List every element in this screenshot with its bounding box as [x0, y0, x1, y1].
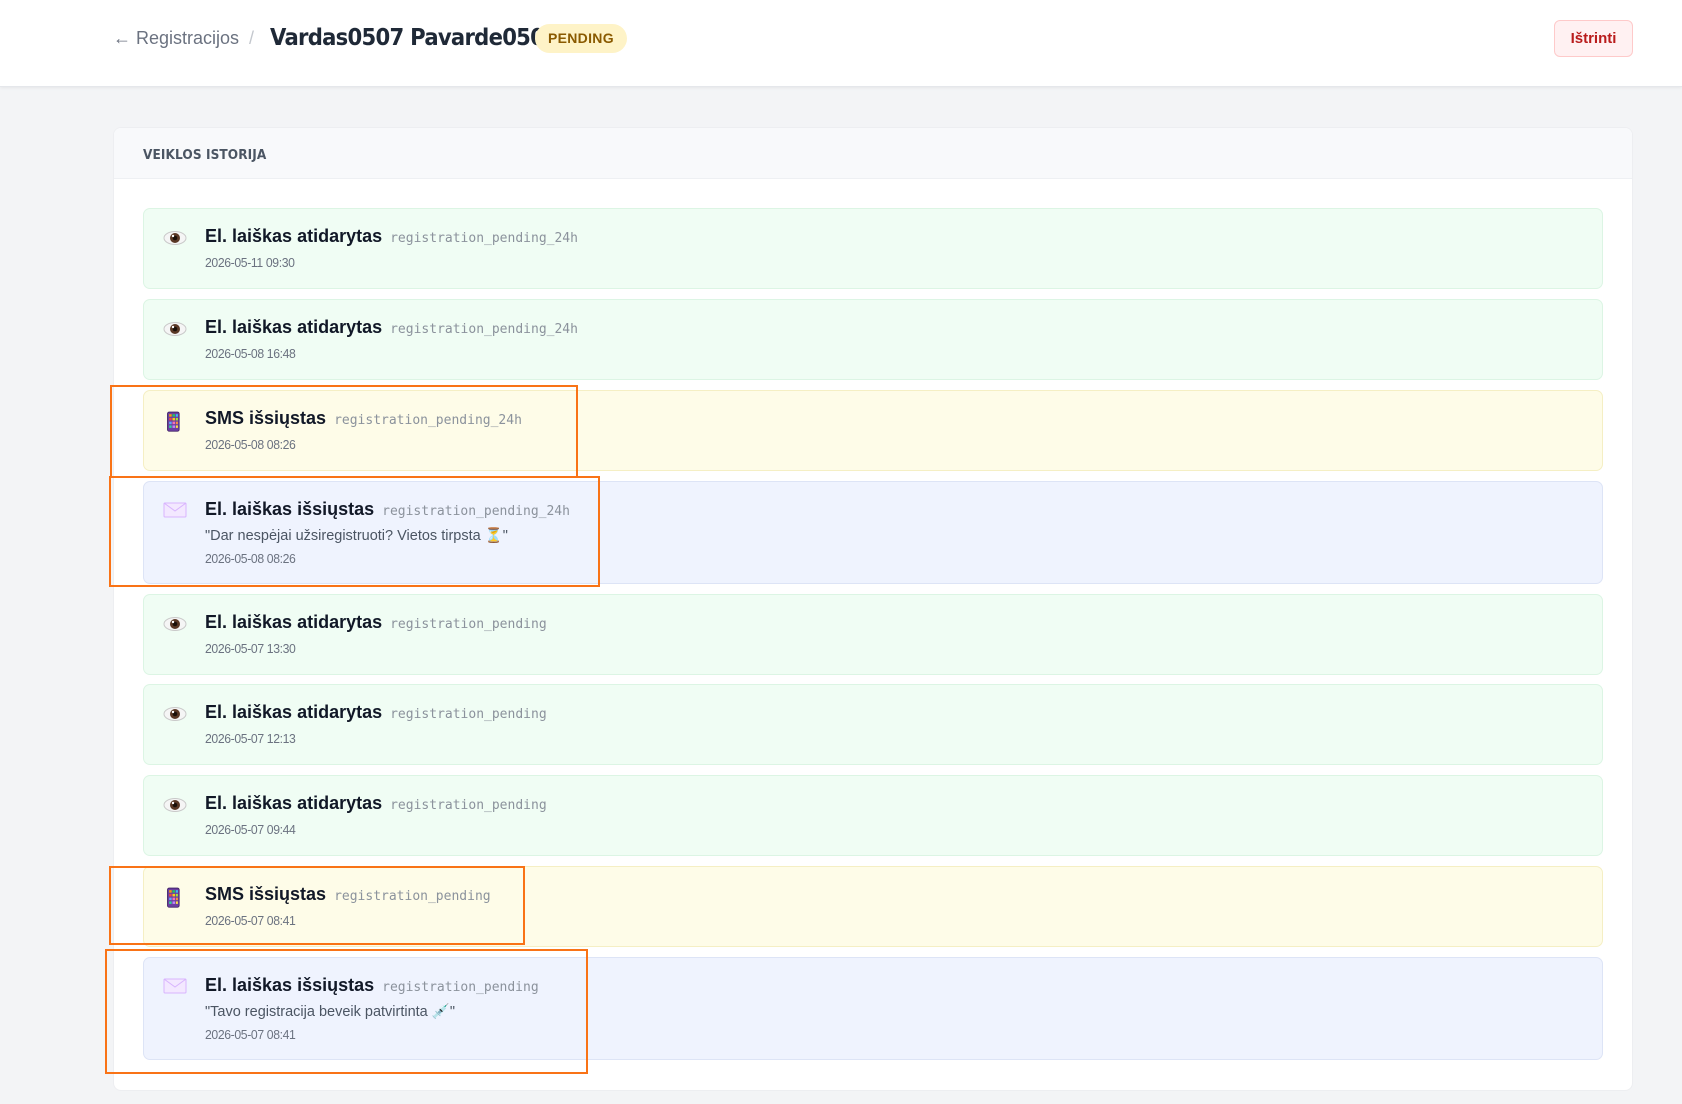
activity-item-template: registration_pending_24h — [382, 504, 570, 519]
activity-item-email-sent: El. laiškas išsiųstas registration_pendin… — [143, 957, 1603, 1060]
eye-icon — [163, 617, 187, 631]
activity-item-template: registration_pending — [334, 889, 491, 904]
activity-item-type: SMS išsiųstas — [205, 884, 327, 904]
activity-item-type: El. laiškas atidarytas — [205, 226, 383, 246]
activity-item-label: SMS išsiųstas registration_pending_24h — [205, 408, 522, 429]
activity-item-template: registration_pending_24h — [390, 322, 578, 337]
activity-item-label: El. laiškas atidarytas registration_pendi… — [205, 317, 578, 338]
activity-item-email-opened: El. laiškas atidarytas registration_pendi… — [143, 208, 1603, 289]
activity-item-time: 2026-05-07 08:41 — [205, 1027, 296, 1042]
activity-item-sms-sent: SMS išsiųstas registration_pending_24h 20… — [143, 390, 1603, 471]
activity-item-type: SMS išsiųstas — [205, 408, 327, 428]
activity-item-template: registration_pending — [390, 617, 547, 632]
page-title: Vardas0507 Pavarde0507 — [270, 25, 559, 51]
activity-item-template: registration_pending — [390, 707, 547, 722]
activity-item-email-opened: El. laiškas atidarytas registration_pendi… — [143, 594, 1603, 675]
activity-item-label: El. laiškas atidarytas registration_pendi… — [205, 226, 578, 247]
activity-history-title: VEIKLOS ISTORIJA — [143, 147, 267, 163]
top-bar: ← Registracijos / Vardas0507 Pavarde0507… — [0, 0, 1682, 87]
activity-item-label: El. laiškas išsiųstas registration_pendin… — [205, 499, 570, 520]
envelope-icon — [163, 502, 187, 518]
activity-item-type: El. laiškas atidarytas — [205, 702, 383, 722]
back-link-registrations[interactable]: ← Registracijos — [113, 28, 239, 49]
eye-icon — [163, 707, 187, 721]
activity-item-time: 2026-05-08 16:48 — [205, 346, 296, 361]
activity-item-template: registration_pending — [382, 980, 539, 995]
activity-item-time: 2026-05-07 13:30 — [205, 641, 296, 656]
activity-item-label: El. laiškas atidarytas registration_pendi… — [205, 702, 547, 723]
activity-item-time: 2026-05-11 09:30 — [205, 255, 295, 270]
activity-item-type: El. laiškas atidarytas — [205, 793, 383, 813]
eye-icon — [163, 798, 187, 812]
eye-icon — [163, 231, 187, 245]
phone-icon — [167, 887, 180, 908]
activity-item-email-opened: El. laiškas atidarytas registration_pendi… — [143, 684, 1603, 765]
activity-item-time: 2026-05-07 12:13 — [205, 731, 296, 746]
activity-item-email-sent: El. laiškas išsiųstas registration_pendin… — [143, 481, 1603, 584]
activity-item-email-opened: El. laiškas atidarytas registration_pendi… — [143, 299, 1603, 380]
phone-icon — [167, 411, 180, 432]
activity-item-time: 2026-05-07 09:44 — [205, 822, 296, 837]
activity-history-header: VEIKLOS ISTORIJA — [114, 128, 1632, 179]
activity-item-time: 2026-05-08 08:26 — [205, 437, 296, 452]
status-badge: PENDING — [535, 24, 627, 53]
activity-item-template: registration_pending — [390, 798, 547, 813]
activity-item-template: registration_pending_24h — [390, 231, 578, 246]
activity-item-time: 2026-05-07 08:41 — [205, 913, 296, 928]
activity-item-type: El. laiškas išsiųstas — [205, 499, 375, 519]
activity-item-subject: "Tavo registracija beveik patvirtinta 💉" — [205, 1004, 455, 1020]
activity-item-label: SMS išsiųstas registration_pending — [205, 884, 491, 905]
activity-item-type: El. laiškas atidarytas — [205, 612, 383, 632]
eye-icon — [163, 322, 187, 336]
breadcrumb-separator: / — [249, 28, 255, 48]
activity-item-label: El. laiškas išsiųstas registration_pendin… — [205, 975, 539, 996]
activity-item-type: El. laiškas išsiųstas — [205, 975, 375, 995]
activity-item-email-opened: El. laiškas atidarytas registration_pendi… — [143, 775, 1603, 856]
activity-item-label: El. laiškas atidarytas registration_pendi… — [205, 612, 547, 633]
activity-item-label: El. laiškas atidarytas registration_pendi… — [205, 793, 547, 814]
delete-button[interactable]: Ištrinti — [1554, 20, 1633, 57]
activity-item-time: 2026-05-08 08:26 — [205, 551, 296, 566]
activity-item-sms-sent: SMS išsiųstas registration_pending 2026-0… — [143, 866, 1603, 947]
activity-item-template: registration_pending_24h — [334, 413, 522, 428]
activity-item-subject: "Dar nespėjai užsiregistruoti? Vietos ti… — [205, 528, 508, 544]
envelope-icon — [163, 978, 187, 994]
activity-item-type: El. laiškas atidarytas — [205, 317, 383, 337]
